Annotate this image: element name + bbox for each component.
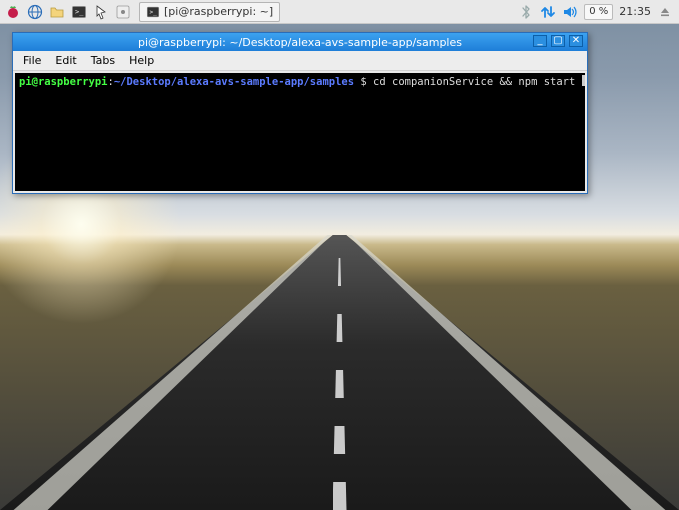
file-manager-icon[interactable] xyxy=(47,2,67,22)
settings-icon[interactable] xyxy=(113,2,133,22)
bluetooth-icon[interactable] xyxy=(518,4,534,20)
prompt-user-host: pi@raspberrypi xyxy=(19,76,108,88)
taskbar: >_ >_ [pi@raspberrypi: ~] 0 % xyxy=(0,0,679,24)
volume-icon[interactable] xyxy=(562,4,578,20)
terminal-icon[interactable]: >_ xyxy=(69,2,89,22)
svg-text:>_: >_ xyxy=(150,8,158,15)
terminal-window: pi@raspberrypi: ~/Desktop/alexa-avs-samp… xyxy=(12,32,588,194)
window-controls: _ ▢ ✕ xyxy=(533,35,583,47)
taskbar-window-button[interactable]: >_ [pi@raspberrypi: ~] xyxy=(139,2,280,22)
clock[interactable]: 21:35 xyxy=(619,5,651,18)
menu-help[interactable]: Help xyxy=(123,52,160,69)
network-updown-icon[interactable] xyxy=(540,4,556,20)
maximize-button[interactable]: ▢ xyxy=(551,35,565,47)
terminal-icon: >_ xyxy=(146,5,160,19)
minimize-button[interactable]: _ xyxy=(533,35,547,47)
terminal-cursor xyxy=(582,75,585,86)
terminal-menubar: File Edit Tabs Help xyxy=(13,51,587,71)
terminal-viewport[interactable]: pi@raspberrypi:~/Desktop/alexa-avs-sampl… xyxy=(15,73,585,191)
menu-tabs[interactable]: Tabs xyxy=(85,52,121,69)
taskbar-launchers: >_ xyxy=(0,2,133,22)
prompt-command: cd companionService && npm start xyxy=(373,76,575,88)
close-button[interactable]: ✕ xyxy=(569,35,583,47)
system-tray: 0 % 21:35 xyxy=(518,4,679,20)
prompt-path: ~/Desktop/alexa-avs-sample-app/samples xyxy=(114,76,354,88)
globe-icon[interactable] xyxy=(25,2,45,22)
window-title: pi@raspberrypi: ~/Desktop/alexa-avs-samp… xyxy=(138,36,462,49)
desktop-background: >_ >_ [pi@raspberrypi: ~] 0 % xyxy=(0,0,679,510)
menu-file[interactable]: File xyxy=(17,52,47,69)
menu-edit[interactable]: Edit xyxy=(49,52,82,69)
cpu-usage-badge[interactable]: 0 % xyxy=(584,4,613,20)
eject-icon[interactable] xyxy=(657,4,673,20)
svg-text:>_: >_ xyxy=(75,8,84,16)
window-titlebar[interactable]: pi@raspberrypi: ~/Desktop/alexa-avs-samp… xyxy=(13,33,587,51)
taskbar-window-label: [pi@raspberrypi: ~] xyxy=(164,5,273,18)
prompt-sigil: $ xyxy=(354,76,373,88)
cpu-usage-text: 0 % xyxy=(589,6,608,17)
mouse-pointer-icon[interactable] xyxy=(91,2,111,22)
raspberry-menu-icon[interactable] xyxy=(3,2,23,22)
